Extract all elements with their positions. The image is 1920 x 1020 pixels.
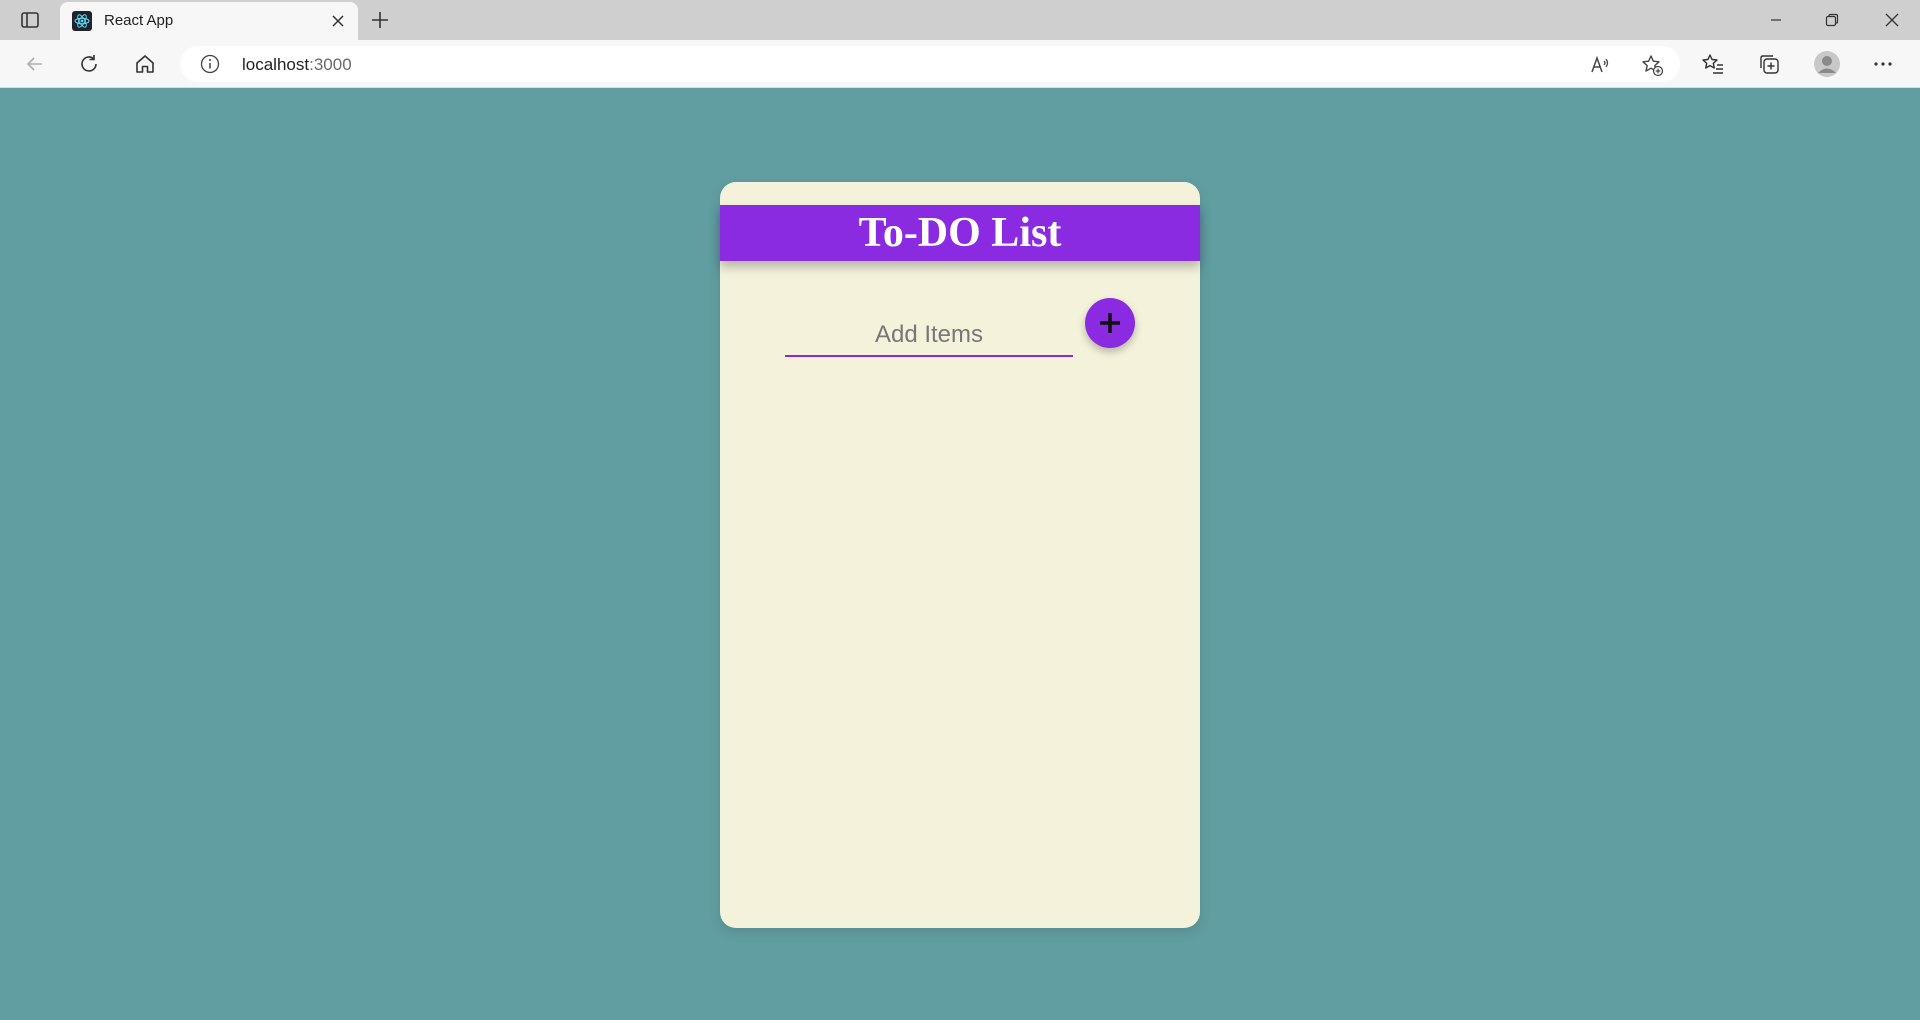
tab-actions-button[interactable] <box>14 8 46 32</box>
plus-icon <box>1100 313 1120 333</box>
browser-tab[interactable]: React App <box>60 2 358 40</box>
profile-button[interactable] <box>1810 48 1844 80</box>
home-button[interactable] <box>128 48 162 80</box>
tab-actions-icon <box>21 12 39 28</box>
more-button[interactable] <box>1866 48 1900 80</box>
more-icon <box>1874 62 1892 66</box>
reload-button[interactable] <box>72 48 106 80</box>
back-arrow-icon <box>26 57 42 71</box>
add-item-button[interactable] <box>1085 298 1135 348</box>
minimize-icon <box>1771 19 1781 21</box>
favorites-icon <box>1702 54 1723 74</box>
back-button[interactable] <box>18 48 52 80</box>
tab-close-button[interactable] <box>328 11 348 31</box>
reload-icon <box>81 55 97 72</box>
collections-icon <box>1760 55 1779 74</box>
add-item-input[interactable] <box>785 315 1073 357</box>
close-window-button[interactable] <box>1864 0 1920 40</box>
browser-titlebar: React App <box>0 0 1920 40</box>
favorites-button[interactable] <box>1696 48 1730 80</box>
plus-icon <box>372 12 388 28</box>
address-bar[interactable]: localhost:3000 <box>180 46 1680 82</box>
read-aloud-icon[interactable] <box>1588 53 1612 77</box>
page-background: To-DO List <box>0 88 1920 1020</box>
add-favorite-icon[interactable] <box>1640 53 1664 77</box>
home-icon <box>136 55 154 73</box>
todo-items-list <box>760 382 1160 902</box>
tab-title: React App <box>104 12 174 29</box>
info-icon[interactable] <box>200 54 220 74</box>
minimize-button[interactable] <box>1748 0 1804 40</box>
profile-icon <box>1814 51 1840 77</box>
page-title: To-DO List <box>858 210 1062 256</box>
react-icon <box>72 11 92 31</box>
url-text: localhost:3000 <box>242 55 352 75</box>
new-tab-button[interactable] <box>366 8 394 32</box>
restore-button[interactable] <box>1804 0 1860 40</box>
close-icon <box>1885 13 1899 27</box>
todo-header: To-DO List <box>720 205 1200 261</box>
browser-toolbar: localhost:3000 <box>0 40 1920 88</box>
collections-button[interactable] <box>1752 48 1786 80</box>
url-port: :3000 <box>309 55 352 74</box>
restore-icon <box>1825 13 1839 27</box>
url-host: localhost <box>242 55 310 74</box>
close-icon <box>332 15 344 27</box>
todo-card: To-DO List <box>720 182 1200 928</box>
